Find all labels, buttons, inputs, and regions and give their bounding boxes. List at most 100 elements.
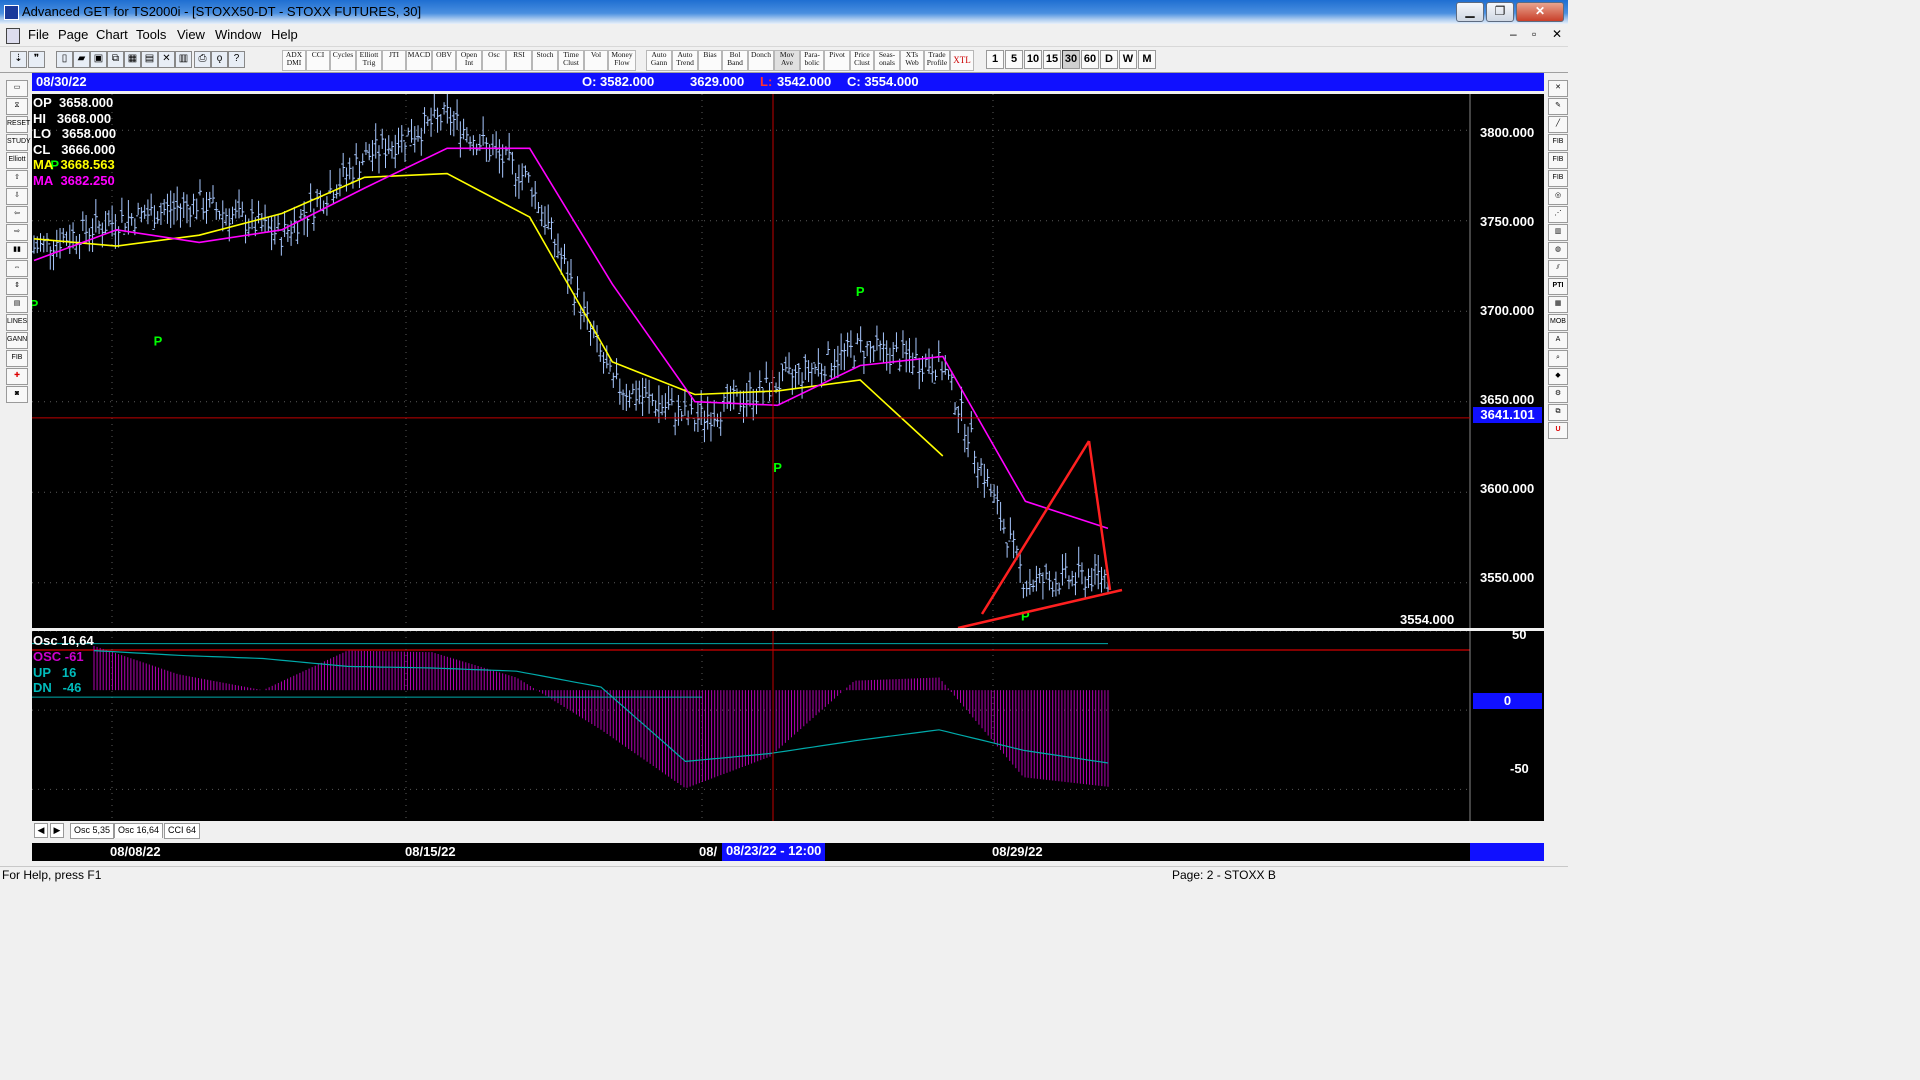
help-icon[interactable]: ? xyxy=(228,51,245,68)
grid-icon[interactable]: ▤ xyxy=(141,51,158,68)
pitchfork-icon[interactable]: ⫽ xyxy=(1548,260,1568,277)
pti-icon[interactable]: PTI xyxy=(1548,278,1568,295)
menu-tools[interactable]: Tools xyxy=(136,27,166,42)
menu-page[interactable]: Page xyxy=(58,27,88,42)
gann-icon[interactable]: GANN xyxy=(6,332,28,349)
copy-icon[interactable]: ⧉ xyxy=(107,51,124,68)
arrow-down-icon[interactable]: ⇩ xyxy=(6,188,28,205)
tool-timeclust[interactable]: Time Clust xyxy=(558,50,584,71)
timeframe-15[interactable]: 15 xyxy=(1043,50,1061,69)
magnifier-icon[interactable]: ⌕ xyxy=(1548,350,1568,367)
tab-osc-16-64[interactable]: Osc 16,64 xyxy=(114,823,164,838)
tool-obv[interactable]: OBV xyxy=(432,50,456,71)
arrow-right-icon[interactable]: ⇨ xyxy=(6,224,28,241)
copy-tool-icon[interactable]: ⧉ xyxy=(1548,404,1568,421)
tool-osc[interactable]: Osc xyxy=(482,50,506,71)
tool-elliott[interactable]: Elliott Trig xyxy=(356,50,382,71)
grid-tool-icon[interactable]: ▦ xyxy=(1548,296,1568,313)
tool-cycles[interactable]: Cycles xyxy=(330,50,356,71)
mob-icon[interactable]: MOB xyxy=(1548,314,1568,331)
timeframe-d[interactable]: D xyxy=(1100,50,1118,69)
menu-window[interactable]: Window xyxy=(215,27,261,42)
print-icon[interactable]: ⎙ xyxy=(194,51,211,68)
tool-rsi[interactable]: RSI xyxy=(506,50,532,71)
u-icon[interactable]: U xyxy=(1548,422,1568,439)
channel-icon[interactable]: ▥ xyxy=(1548,224,1568,241)
save-icon[interactable]: ▣ xyxy=(90,51,107,68)
close-button[interactable]: ✕ xyxy=(1516,2,1564,22)
fan-icon[interactable]: ⋰ xyxy=(1548,206,1568,223)
camera-icon[interactable]: ◙ xyxy=(6,386,28,403)
timeframe-w[interactable]: W xyxy=(1119,50,1137,69)
tool-autogann[interactable]: Auto Gann xyxy=(646,50,672,71)
minimize-button[interactable]: ▁ xyxy=(1456,2,1484,22)
timeframe-5[interactable]: 5 xyxy=(1005,50,1023,69)
bars-icon[interactable]: ▮▮ xyxy=(6,242,28,259)
timeframe-60[interactable]: 60 xyxy=(1081,50,1099,69)
tool-bias[interactable]: Bias xyxy=(698,50,722,71)
child-minimize-button[interactable]: – xyxy=(1510,27,1517,41)
timeframe-10[interactable]: 10 xyxy=(1024,50,1042,69)
arrow-up-icon[interactable]: ⇧ xyxy=(6,170,28,187)
tool-adx[interactable]: ADX DMI xyxy=(282,50,306,71)
oscillator-pane[interactable]: Osc 16,64 OSC -61 UP 16 DN -46 50 0 -50 xyxy=(32,627,1544,821)
tool-vol[interactable]: Vol xyxy=(584,50,608,71)
line-icon[interactable]: ╱ xyxy=(1548,116,1568,133)
eraser-icon[interactable]: ◆ xyxy=(1548,368,1568,385)
tab-osc-5-35[interactable]: Osc 5,35 xyxy=(70,823,115,839)
menu-file[interactable]: File xyxy=(28,27,49,42)
elliott-icon[interactable]: Elliott xyxy=(6,152,28,169)
pin-icon[interactable]: ⇣ xyxy=(10,51,27,68)
expand-horizontal-icon[interactable]: ⇔ xyxy=(6,260,28,277)
page-icon[interactable]: ▥ xyxy=(175,51,192,68)
tool-stoch[interactable]: Stoch xyxy=(532,50,558,71)
fib-ret-icon[interactable]: FIB xyxy=(1548,134,1568,151)
fib-ext-icon[interactable]: FIB xyxy=(1548,152,1568,169)
fib-icon[interactable]: FIB xyxy=(6,350,28,367)
cut-icon[interactable]: ✕ xyxy=(158,51,175,68)
document-icon[interactable] xyxy=(6,28,20,44)
child-close-button[interactable]: ✕ xyxy=(1552,27,1562,41)
tab-scroll-right-icon[interactable]: ▶ xyxy=(50,823,64,838)
tool-macd[interactable]: MACD xyxy=(406,50,432,71)
tool-priceclust[interactable]: Price Clust xyxy=(850,50,874,71)
tab-cci-64[interactable]: CCI 64 xyxy=(164,823,201,839)
tool-moneyflow[interactable]: Money Flow xyxy=(608,50,636,71)
timeframe-30[interactable]: 30 xyxy=(1062,50,1080,69)
price-chart[interactable]: PPPPPP OP 3658.000 HI 3668.000 LO 3658.0… xyxy=(32,94,1544,628)
layout-icon[interactable]: ▦ xyxy=(124,51,141,68)
crosshair-icon[interactable]: ✚ xyxy=(6,368,28,385)
ellipse-icon[interactable]: ◎ xyxy=(1548,188,1568,205)
tool-cci[interactable]: CCI xyxy=(306,50,330,71)
tool-bolband[interactable]: Bol Band xyxy=(722,50,748,71)
ellips-icon[interactable]: ◍ xyxy=(1548,242,1568,259)
study-icon[interactable]: STUDY xyxy=(6,134,31,151)
close-tool-icon[interactable]: ✕ xyxy=(1548,80,1568,97)
tab-scroll-left-icon[interactable]: ◀ xyxy=(34,823,48,838)
menu-chart[interactable]: Chart xyxy=(96,27,128,42)
tool-parabolic[interactable]: Para-bolic xyxy=(800,50,824,71)
expand-vertical-icon[interactable]: ⇕ xyxy=(6,278,28,295)
new-icon[interactable]: ▯ xyxy=(56,51,73,68)
menu-view[interactable]: View xyxy=(177,27,205,42)
lines-icon[interactable]: LINES xyxy=(6,314,28,331)
timeframe-1[interactable]: 1 xyxy=(986,50,1004,69)
tool-movave[interactable]: Mov Ave xyxy=(774,50,800,71)
tool-pivot[interactable]: Pivot xyxy=(824,50,850,71)
fib-time-icon[interactable]: FIB xyxy=(1548,170,1568,187)
open-icon[interactable]: ▰ xyxy=(73,51,90,68)
tool-seasonals[interactable]: Seas-onals xyxy=(874,50,900,71)
table-icon[interactable]: ▤ xyxy=(6,296,28,313)
settings-icon[interactable]: ⚙ xyxy=(1548,386,1568,403)
folder-icon[interactable]: ▭ xyxy=(6,80,28,97)
quote-icon[interactable]: ❞ xyxy=(28,51,45,68)
zoom-icon[interactable]: ⧖ xyxy=(6,98,28,115)
tool-jti[interactable]: JTI xyxy=(382,50,406,71)
maximize-button[interactable]: ❐ xyxy=(1486,2,1514,22)
bulb-icon[interactable]: ǫ xyxy=(211,51,228,68)
tool-xtsweb[interactable]: XTs Web xyxy=(900,50,924,71)
tool-tradeprofile[interactable]: Trade Profile xyxy=(924,50,950,71)
tool-xtl[interactable]: XTL xyxy=(950,50,974,71)
menu-help[interactable]: Help xyxy=(271,27,298,42)
tool-donch[interactable]: Donch xyxy=(748,50,774,71)
